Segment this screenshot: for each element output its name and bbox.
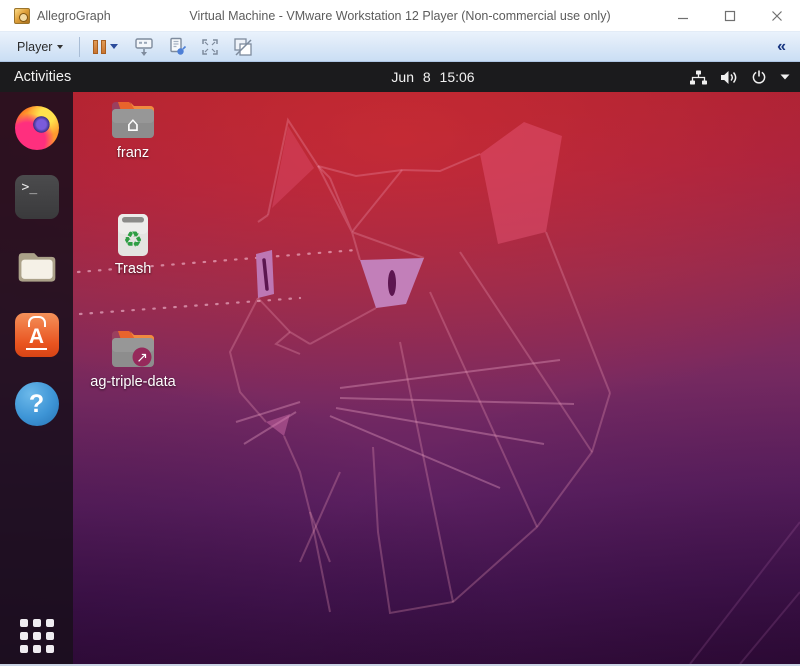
dock-item-terminal[interactable]: >_ [13, 174, 61, 220]
send-ctrl-alt-del-button[interactable] [130, 35, 157, 59]
minimize-icon [677, 10, 689, 22]
vm-tab[interactable]: AllegroGraph [0, 8, 111, 24]
clock[interactable]: Jun 8 15:06 [391, 69, 474, 85]
unity-mode-button[interactable] [229, 35, 256, 59]
chevron-down-icon [780, 74, 790, 80]
unity-mode-icon [233, 37, 253, 57]
window-controls [659, 0, 800, 31]
close-button[interactable] [753, 0, 800, 31]
desktop-icon-ag-triple-data[interactable]: ↗ ag-triple-data [78, 327, 188, 390]
vm-screen: Activities Jun 8 15:06 [0, 62, 800, 664]
chevron-down-icon [57, 45, 63, 49]
svg-text:♻: ♻ [123, 228, 143, 253]
desktop-icon-label: ag-triple-data [90, 374, 175, 390]
close-icon [771, 10, 783, 22]
vmware-toolbar: Player [0, 31, 800, 62]
fullscreen-icon [200, 37, 220, 57]
player-menu-button[interactable]: Player [10, 37, 70, 57]
gnome-top-bar: Activities Jun 8 15:06 [0, 62, 800, 92]
terminal-icon: >_ [15, 175, 59, 219]
title-bar: Virtual Machine - VMware Workstation 12 … [0, 0, 800, 31]
desktop-icon-franz[interactable]: ⌂ franz [86, 98, 180, 161]
help-icon: ? [15, 382, 59, 426]
dock-item-ubuntu-software[interactable]: A [13, 312, 61, 358]
devices-icon [167, 37, 187, 57]
trash-icon: ♻ [110, 212, 156, 258]
vmware-player-window: Virtual Machine - VMware Workstation 12 … [0, 0, 800, 666]
desktop-icon-trash[interactable]: ♻ Trash [86, 212, 180, 277]
power-icon [751, 69, 767, 85]
dock-item-firefox[interactable] [13, 105, 61, 151]
svg-text:⌂: ⌂ [127, 112, 140, 136]
files-icon [15, 247, 59, 285]
dock-item-files[interactable] [13, 243, 61, 289]
ctrl-alt-del-icon [133, 37, 155, 57]
activities-button[interactable]: Activities [0, 62, 85, 92]
svg-text:↗: ↗ [136, 350, 148, 366]
software-letter: A [26, 326, 47, 350]
dock: >_ A ? [0, 92, 73, 664]
desktop-icon-label: Trash [115, 261, 152, 277]
collapse-toolbar-button[interactable]: « [773, 38, 790, 56]
home-folder-icon: ⌂ [108, 98, 158, 142]
toolbar-separator [79, 37, 80, 57]
vm-tab-label: AllegroGraph [37, 9, 111, 23]
minimize-button[interactable] [659, 0, 706, 31]
volume-icon [720, 70, 738, 85]
manage-devices-button[interactable] [163, 35, 190, 59]
system-tray[interactable] [690, 62, 790, 92]
desktop-icon-label: franz [117, 145, 149, 161]
allegrograph-icon [14, 8, 30, 24]
player-menu-label: Player [17, 40, 52, 54]
pause-icon [93, 40, 106, 54]
maximize-button[interactable] [706, 0, 753, 31]
folder-link-icon: ↗ [108, 327, 158, 371]
suspend-button[interactable] [89, 38, 122, 56]
maximize-icon [724, 10, 736, 22]
show-applications-button[interactable] [20, 619, 54, 653]
ubuntu-software-icon: A [15, 313, 59, 357]
fullscreen-button[interactable] [196, 35, 223, 59]
network-wired-icon [690, 70, 707, 85]
chevron-down-icon [110, 44, 118, 49]
firefox-icon [15, 106, 59, 150]
dock-item-help[interactable]: ? [13, 381, 61, 427]
